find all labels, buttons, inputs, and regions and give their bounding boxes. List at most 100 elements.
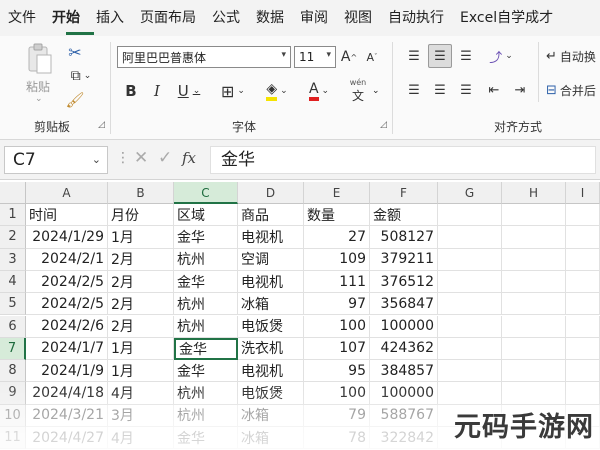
tab-excel-self-study[interactable]: Excel自学成才 <box>452 0 561 36</box>
grid-cell[interactable]: 379211 <box>370 248 438 271</box>
grid-cell[interactable]: 100 <box>304 315 370 338</box>
column-header-g[interactable]: G <box>438 182 502 204</box>
row-header[interactable]: 11 <box>0 427 26 450</box>
column-header-f[interactable]: F <box>370 182 438 204</box>
grid-cell[interactable] <box>438 360 502 383</box>
grid-cell[interactable]: 2月 <box>108 293 174 316</box>
grid-cell[interactable]: 时间 <box>26 204 108 227</box>
grid-cell[interactable]: 电饭煲 <box>238 382 304 405</box>
grid-cell[interactable]: 杭州 <box>174 293 238 316</box>
phonetic-guide-button[interactable]: wén 文 <box>346 76 370 106</box>
chevron-down-icon[interactable]: ▾ <box>281 50 286 60</box>
grid-cell[interactable]: 冰箱 <box>238 427 304 450</box>
grid-cell[interactable]: 金华 <box>174 226 238 249</box>
more-options-icon[interactable]: ⋮ <box>116 150 130 166</box>
grid-cell[interactable]: 区域 <box>174 204 238 227</box>
grid-cell[interactable]: 2024/2/5 <box>26 293 108 316</box>
grid-cell[interactable] <box>438 337 502 361</box>
column-header-b[interactable]: B <box>108 182 174 204</box>
grid-cell[interactable] <box>566 270 600 294</box>
grid-cell[interactable]: 2月 <box>108 248 174 271</box>
tab-review[interactable]: 审阅 <box>292 0 336 36</box>
row-header[interactable]: 5 <box>0 293 26 316</box>
grid-cell[interactable]: 2024/1/7 <box>26 337 108 361</box>
formula-input[interactable]: 金华 <box>210 146 596 174</box>
grid-cell[interactable]: 杭州 <box>174 382 238 405</box>
grid-cell[interactable]: 79 <box>304 404 370 427</box>
grid-cell[interactable] <box>502 293 566 316</box>
copy-button[interactable]: ⧉ ⌄ <box>64 66 98 86</box>
fill-color-button[interactable]: ◈ ⌄ <box>260 80 294 102</box>
grid-cell[interactable]: 1月 <box>108 337 174 361</box>
grid-cell[interactable] <box>502 204 566 227</box>
underline-button[interactable]: U ⌄ <box>174 80 204 102</box>
grid-cell[interactable]: 金华 <box>174 360 238 383</box>
column-header-a[interactable]: A <box>26 182 108 204</box>
borders-button[interactable]: ⊞ ⌄ <box>216 80 250 102</box>
column-header-d[interactable]: D <box>238 182 304 204</box>
grid-cell[interactable] <box>566 382 600 405</box>
font-launcher-icon[interactable]: ◿ <box>380 120 387 130</box>
font-size-combo[interactable]: 11 ▾ <box>294 46 336 68</box>
grow-font-button[interactable]: A ^ <box>340 46 358 68</box>
bold-button[interactable]: B <box>122 80 140 102</box>
grid-cell[interactable] <box>502 226 566 249</box>
grid-cell[interactable] <box>566 360 600 383</box>
font-color-button[interactable]: A ⌄ <box>302 80 336 102</box>
grid-cell[interactable]: 2024/4/18 <box>26 382 108 405</box>
grid-cell[interactable] <box>438 270 502 294</box>
grid-cell[interactable]: 电视机 <box>238 270 304 294</box>
chevron-down-icon[interactable]: ▾ <box>326 50 331 60</box>
column-header-e[interactable]: E <box>304 182 370 204</box>
grid-cell[interactable]: 111 <box>304 270 370 294</box>
grid-cell[interactable]: 95 <box>304 360 370 383</box>
grid-cell[interactable]: 金华 <box>174 427 238 450</box>
grid-cell[interactable]: 78 <box>304 427 370 450</box>
merge-center-button[interactable]: ⊟ 合并后 <box>546 80 600 100</box>
grid-cell[interactable] <box>438 204 502 227</box>
grid-cell[interactable]: 1月 <box>108 226 174 249</box>
tab-view[interactable]: 视图 <box>336 0 380 36</box>
grid-cell[interactable]: 384857 <box>370 360 438 383</box>
grid-cell[interactable]: 100000 <box>370 315 438 338</box>
align-right-button[interactable]: ☰ <box>456 80 476 100</box>
grid-cell[interactable]: 2024/2/5 <box>26 270 108 294</box>
chevron-down-icon[interactable]: ⌄ <box>372 86 380 96</box>
enter-check-icon[interactable]: ✓ <box>158 148 172 168</box>
align-top-button[interactable]: ☰ <box>404 46 424 66</box>
grid-cell[interactable] <box>566 204 600 227</box>
insert-function-button[interactable]: fx <box>182 149 196 167</box>
row-header[interactable]: 7 <box>0 337 26 361</box>
grid-cell[interactable] <box>438 248 502 271</box>
grid-cell[interactable] <box>566 315 600 338</box>
grid-cell[interactable] <box>566 226 600 249</box>
grid-cell[interactable]: 空调 <box>238 248 304 271</box>
grid-cell[interactable] <box>566 293 600 316</box>
tab-file[interactable]: 文件 <box>0 0 44 36</box>
row-header[interactable]: 2 <box>0 226 26 249</box>
grid-cell[interactable]: 100 <box>304 382 370 405</box>
format-painter-button[interactable]: 🖌 <box>64 90 86 110</box>
grid-cell[interactable]: 2024/2/1 <box>26 248 108 271</box>
orientation-button[interactable]: ⤴ ⌄ <box>484 46 518 66</box>
increase-indent-button[interactable]: ⇥ <box>510 80 530 100</box>
paste-dropdown-icon[interactable]: ⌄ <box>35 94 43 104</box>
grid-cell[interactable]: 数量 <box>304 204 370 227</box>
name-box[interactable]: C7 ⌄ <box>4 146 108 174</box>
grid-cell[interactable] <box>438 315 502 338</box>
grid-cell[interactable]: 109 <box>304 248 370 271</box>
grid-cell[interactable]: 冰箱 <box>238 404 304 427</box>
grid-cell[interactable]: 金华 <box>174 270 238 294</box>
grid-cell[interactable] <box>502 315 566 338</box>
tab-insert[interactable]: 插入 <box>88 0 132 36</box>
clipboard-launcher-icon[interactable]: ◿ <box>98 120 105 130</box>
grid-cell[interactable]: 107 <box>304 337 370 361</box>
grid-cell[interactable]: 588767 <box>370 404 438 427</box>
align-left-button[interactable]: ☰ <box>404 80 424 100</box>
grid-cell[interactable] <box>502 382 566 405</box>
italic-button[interactable]: I <box>148 80 166 102</box>
grid-cell[interactable]: 杭州 <box>174 248 238 271</box>
column-header-h[interactable]: H <box>502 182 566 204</box>
row-header[interactable]: 10 <box>0 404 26 427</box>
grid-cell[interactable]: 2024/3/21 <box>26 404 108 427</box>
